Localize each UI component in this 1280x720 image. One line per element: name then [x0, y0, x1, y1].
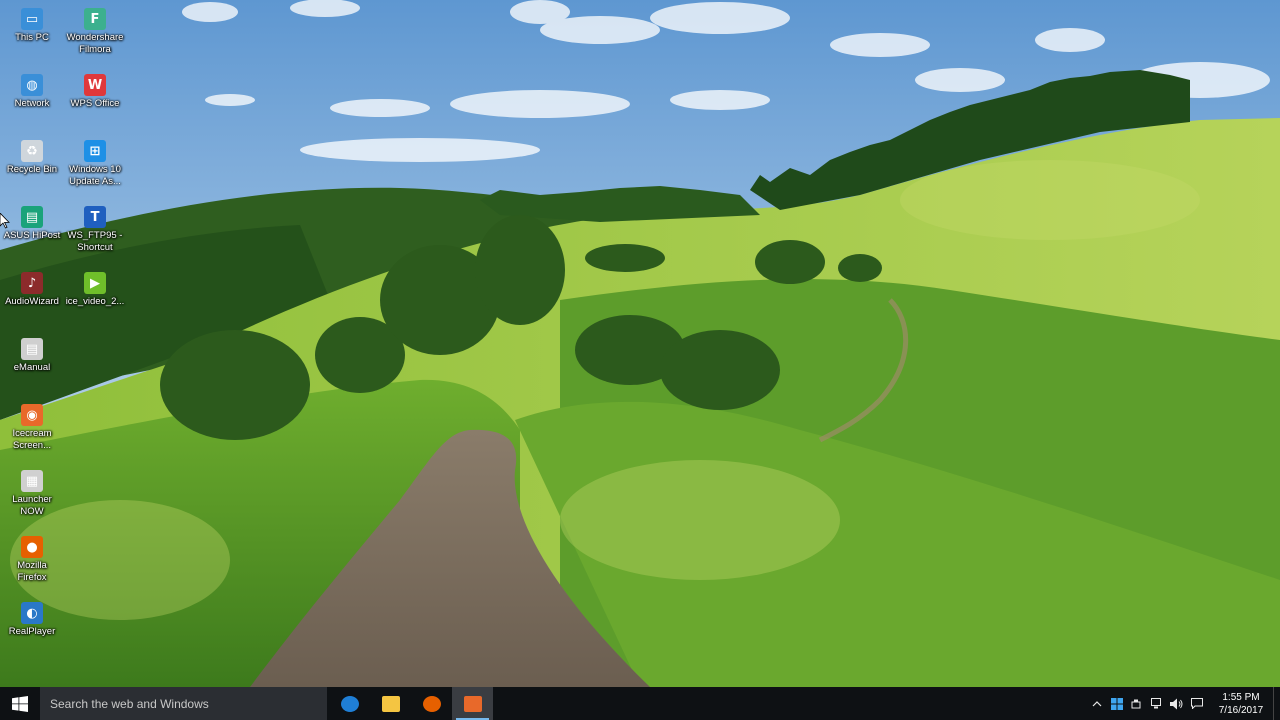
windows-logo-icon	[12, 695, 28, 712]
volume-icon[interactable]	[1167, 687, 1187, 720]
show-desktop-button[interactable]	[1273, 687, 1280, 720]
desktop-icon[interactable]: T WS_FTP95 - Shortcut	[63, 202, 127, 254]
taskbar-app-button[interactable]	[411, 687, 452, 720]
taskbar-app-button[interactable]	[370, 687, 411, 720]
desktop-icon-label: eManual	[13, 362, 51, 373]
wallpaper-landscape	[0, 0, 1280, 687]
desktop-icon-label: Mozilla Firefox	[17, 560, 47, 583]
desktop-icon[interactable]: W WPS Office	[63, 70, 127, 110]
filmora-icon: F	[84, 8, 106, 30]
network-icon: ◍	[21, 74, 43, 96]
emanual-icon: ▤	[21, 338, 43, 360]
icecream-screen-icon	[463, 695, 482, 712]
desktop-icon-label: Windows 10 Update As...	[69, 164, 121, 187]
desktop-icon-label: Network	[14, 98, 50, 109]
windows-update-icon: ⊞	[84, 140, 106, 162]
search-placeholder: Search the web and Windows	[50, 696, 209, 711]
firefox-icon	[422, 695, 441, 712]
desktop-icon-label: Icecream Screen...	[12, 428, 52, 451]
launcher-now-icon: ▦	[21, 470, 43, 492]
desktop-icon[interactable]: ● Mozilla Firefox	[0, 532, 64, 584]
desktop-icon-label: ice_video_2...	[65, 296, 125, 307]
desktop-icon[interactable]: ♪ AudioWizard	[0, 268, 64, 308]
this-pc-icon: ▭	[21, 8, 43, 30]
mouse-cursor-icon	[0, 213, 10, 229]
desktop-icon[interactable]: ◉ Icecream Screen...	[0, 400, 64, 452]
taskbar: Search the web and Windows 1:55 PM 7/16/…	[0, 687, 1280, 720]
realplayer-icon: ◐	[21, 602, 43, 624]
desktop-icon[interactable]: ▤ eManual	[0, 334, 64, 374]
search-box[interactable]: Search the web and Windows	[40, 687, 327, 720]
desktop-icon[interactable]: ▦ Launcher NOW	[0, 466, 64, 518]
desktop-icon-label: AudioWizard	[5, 296, 59, 307]
clock-date: 7/16/2017	[1218, 704, 1264, 716]
desktop-icon[interactable]: ♻ Recycle Bin	[0, 136, 64, 176]
desktop-icon-label: RealPlayer	[8, 626, 56, 637]
windows-defender-icon[interactable]	[1107, 687, 1127, 720]
chevron-up-icon[interactable]	[1087, 687, 1107, 720]
desktop[interactable]: ▭ This PC F Wondershare Filmora ◍ Network W WPS…	[0, 0, 1280, 687]
edge-icon	[340, 695, 359, 712]
taskbar-pinned-apps	[329, 687, 493, 720]
network-icon[interactable]	[1147, 687, 1167, 720]
start-button[interactable]	[0, 687, 40, 720]
taskbar-app-button[interactable]	[452, 687, 493, 720]
system-tray: 1:55 PM 7/16/2017	[1087, 687, 1280, 720]
file-explorer-icon	[381, 695, 400, 712]
desktop-icon[interactable]: F Wondershare Filmora	[63, 4, 127, 56]
desktop-icon[interactable]: ▶ ice_video_2...	[63, 268, 127, 308]
desktop-icon-label: This PC	[15, 32, 49, 43]
action-center-icon[interactable]	[1187, 687, 1207, 720]
taskbar-app-button[interactable]	[329, 687, 370, 720]
desktop-icon[interactable]: ⊞ Windows 10 Update As...	[63, 136, 127, 188]
recycle-bin-icon: ♻	[21, 140, 43, 162]
audiowizard-icon: ♪	[21, 272, 43, 294]
firefox-icon: ●	[21, 536, 43, 558]
asus-hipost-icon: ▤	[21, 206, 43, 228]
wps-office-icon: W	[84, 74, 106, 96]
desktop-icon[interactable]: ◍ Network	[0, 70, 64, 110]
usb-icon[interactable]	[1127, 687, 1147, 720]
clock-time: 1:55 PM	[1222, 691, 1260, 703]
clock[interactable]: 1:55 PM 7/16/2017	[1213, 691, 1269, 717]
icecream-screen-icon: ◉	[21, 404, 43, 426]
ws-ftp-icon: T	[84, 206, 106, 228]
desktop-icon-label: Recycle Bin	[6, 164, 58, 175]
video-file-icon: ▶	[84, 272, 106, 294]
desktop-icon-label: Wondershare Filmora	[66, 32, 124, 55]
desktop-icon-label: WS_FTP95 - Shortcut	[67, 230, 123, 253]
desktop-icon[interactable]: ◐ RealPlayer	[0, 598, 64, 638]
desktop-icon-label: Launcher NOW	[12, 494, 52, 517]
desktop-icon[interactable]: ▭ This PC	[0, 4, 64, 44]
desktop-icon-label: ASUS HiPost	[3, 230, 61, 241]
desktop-icon-label: WPS Office	[70, 98, 120, 109]
